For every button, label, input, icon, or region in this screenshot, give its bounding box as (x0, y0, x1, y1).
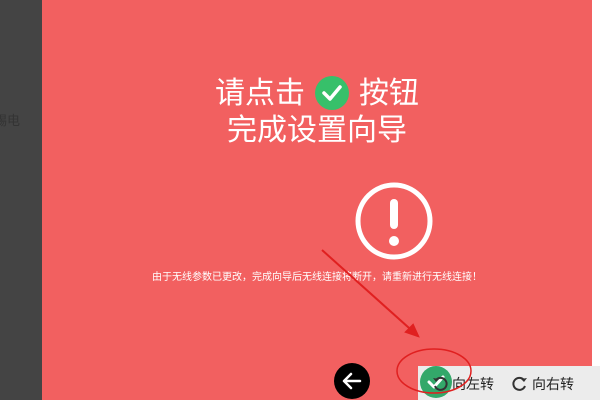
right-strip (592, 0, 600, 400)
headline-after: 按钮 (359, 76, 419, 111)
check-icon (315, 75, 349, 110)
wizard-panel (42, 0, 592, 400)
headline-before: 请点击 (215, 76, 305, 111)
rotate-right-icon (512, 376, 527, 391)
rotate-left-icon (433, 376, 448, 391)
side-label: 锡电 (0, 114, 21, 129)
rotate-left-button[interactable]: 向左转 (432, 374, 494, 394)
back-arrow-icon (342, 372, 362, 390)
notice-text: 由于无线参数已更改，完成向导后无线连接将断开，请重新进行无线连接！ (152, 272, 482, 283)
back-button[interactable] (334, 363, 370, 399)
rotate-right-button[interactable]: 向右转 (512, 374, 574, 394)
left-sidebar (0, 0, 42, 400)
rotate-right-label: 向右转 (532, 377, 574, 393)
headline-line-2: 完成设置向导 (227, 113, 407, 148)
rotate-left-label: 向左转 (452, 377, 494, 393)
headline-line-1: 请点击 按钮 (42, 75, 592, 112)
warning-icon (355, 182, 433, 260)
